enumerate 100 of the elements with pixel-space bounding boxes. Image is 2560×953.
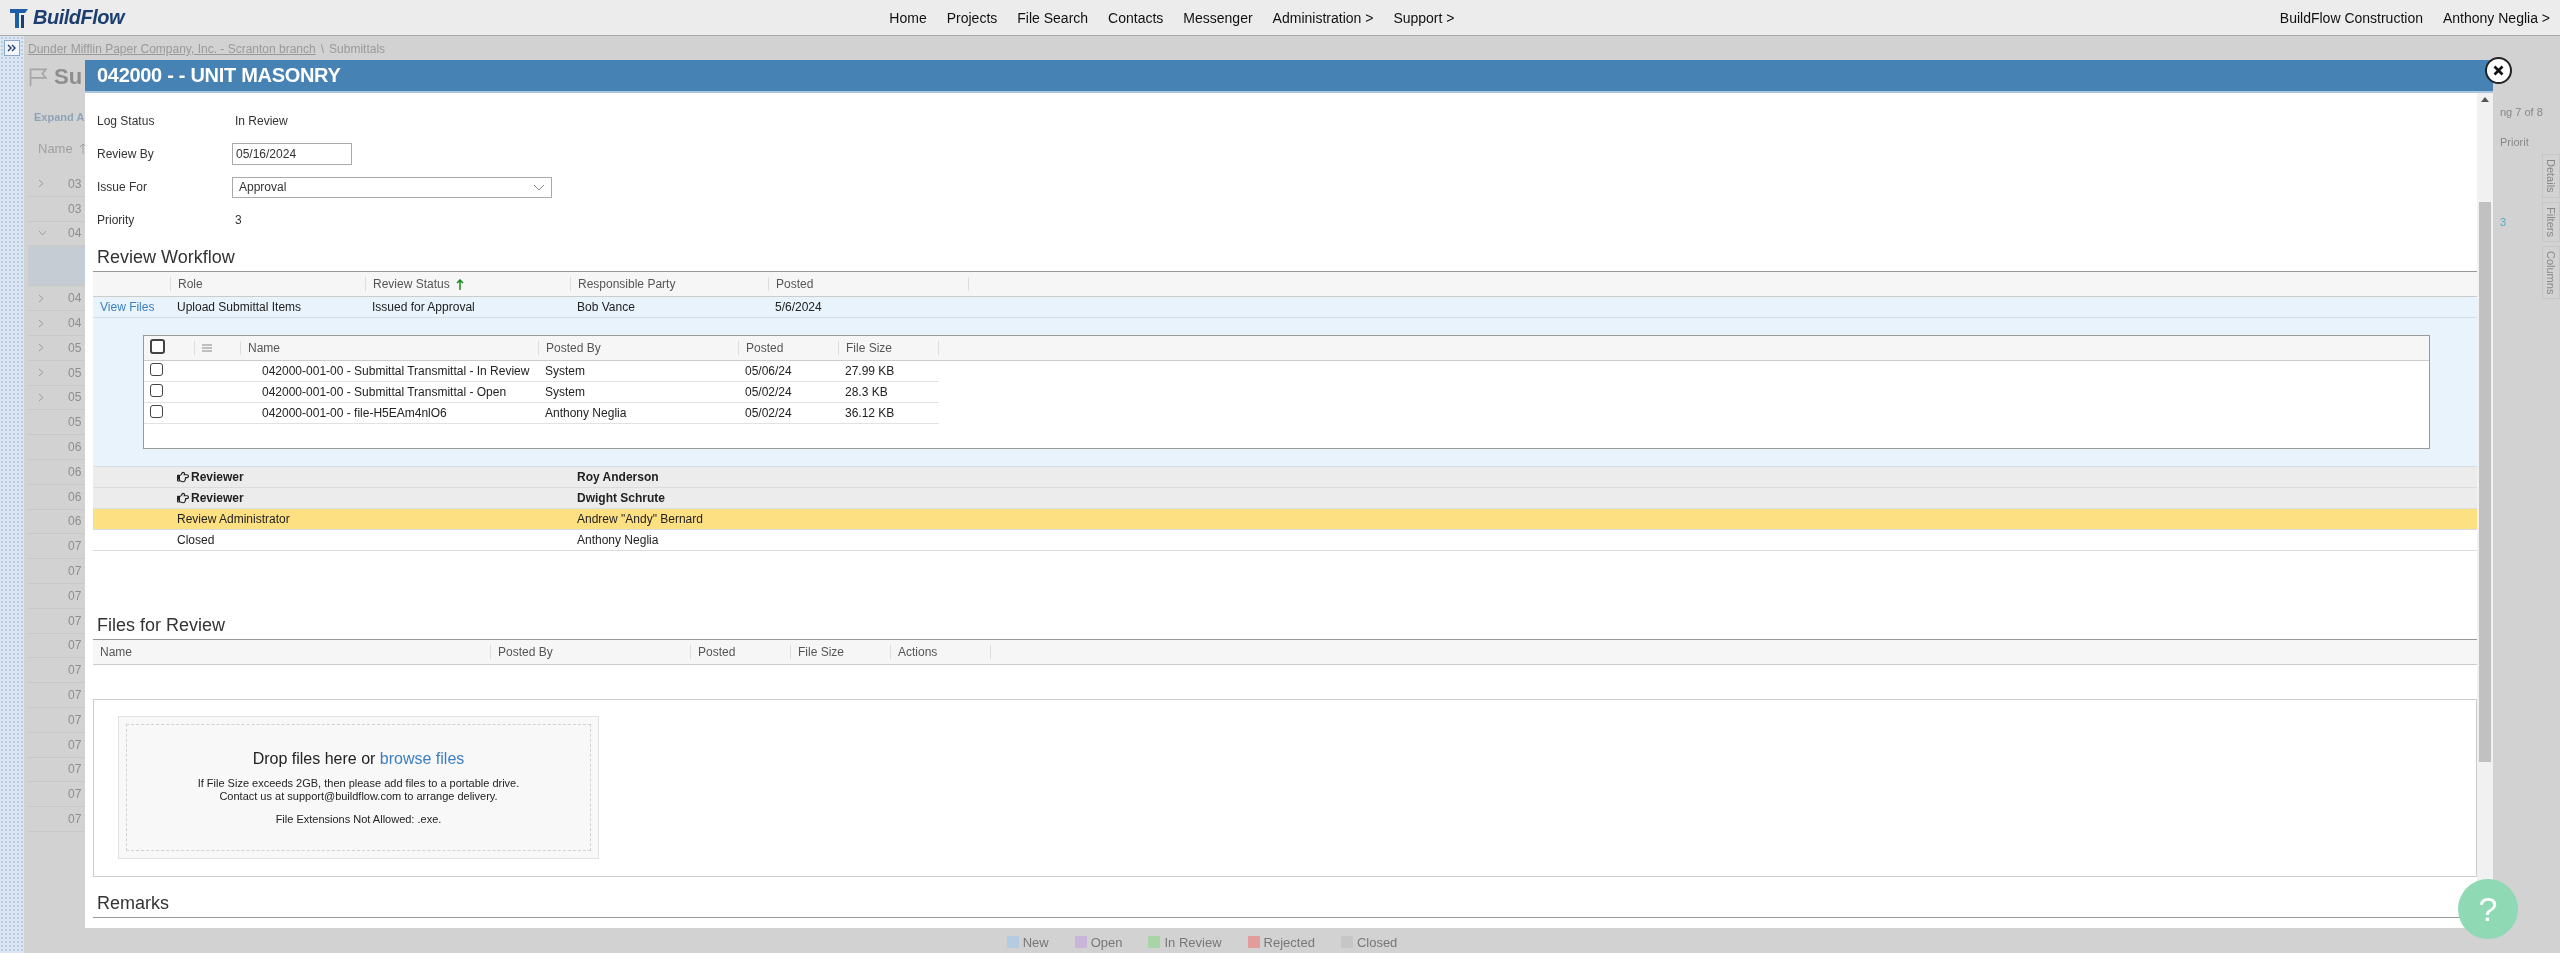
chevron-right-icon[interactable]: [38, 179, 44, 189]
table-cell-text: 05/06/24: [744, 364, 793, 378]
nav-link[interactable]: Projects: [946, 9, 998, 26]
menu-icon[interactable]: [202, 344, 212, 352]
browse-files-link[interactable]: browse files: [379, 750, 465, 767]
column-header[interactable]: Name: [93, 645, 490, 659]
legend-label: Rejected: [1263, 934, 1315, 950]
flag-icon: [28, 67, 50, 87]
row-code: 06: [68, 489, 82, 504]
row-code: 07: [68, 762, 82, 777]
chevron-down-icon[interactable]: [38, 230, 47, 237]
view-files-link[interactable]: View Files: [93, 300, 170, 314]
workflow-row[interactable]: Reviewer Dwight Schrute: [93, 488, 2477, 509]
scroll-up-icon[interactable]: [2481, 97, 2489, 102]
logo-text: BuildFlow: [33, 6, 125, 29]
help-button[interactable]: ?: [2458, 879, 2518, 939]
field-label: Priority: [97, 213, 136, 227]
table-cell-text: 28.3 KB: [844, 385, 889, 399]
breadcrumb-current: Submittals: [329, 42, 386, 56]
table-cell-text: 05/02/24: [744, 385, 793, 399]
user-menu[interactable]: Anthony Neglia >: [2442, 9, 2550, 26]
chevron-right-icon[interactable]: [38, 318, 44, 328]
field-label: Review By: [97, 147, 155, 161]
table-cell-text: Closed: [176, 533, 216, 547]
nav-link[interactable]: File Search: [1017, 9, 1089, 26]
date-field[interactable]: 05/16/2024: [232, 143, 352, 165]
column-header[interactable]: Role: [170, 277, 365, 291]
sort-up-icon: [78, 142, 87, 154]
drop-zone[interactable]: Drop files here or browse files If File Size exceeds 2GB, then please add files to a portable drive. Contact us at support@buildflow.com to arrange delivery. File Extensions Not Allowed: .exe.: [118, 716, 599, 859]
breadcrumb-link[interactable]: Dunder Mifflin Paper Company, Inc. - Scranton branch: [28, 42, 316, 56]
field-label: Issue For: [97, 180, 148, 194]
table-cell-text: Roy Anderson: [576, 470, 660, 484]
nav-link[interactable]: Home: [889, 9, 927, 26]
column-header[interactable]: Priorit: [2500, 136, 2529, 148]
expand-sidebar-button[interactable]: [4, 40, 20, 56]
page-title: Su: [54, 64, 83, 90]
row-code: 06: [68, 514, 82, 529]
workflow-row[interactable]: View Files Upload Submittal Items Issued for Approval Bob Vance 5/6/2024: [93, 297, 2477, 318]
select-field[interactable]: Approval: [232, 176, 552, 198]
table-cell-text: Issued for Approval: [371, 300, 476, 314]
column-header[interactable]: Name: [240, 341, 538, 355]
row-code: 07: [68, 787, 82, 802]
priority-cell: 3: [2500, 216, 2507, 228]
scroll-thumb[interactable]: [2479, 202, 2491, 762]
chevron-right-icon[interactable]: [38, 343, 44, 353]
column-header[interactable]: File Size: [790, 645, 890, 659]
column-header[interactable]: Posted: [690, 645, 790, 659]
row-checkbox[interactable]: [150, 363, 163, 376]
row-checkbox[interactable]: [150, 384, 163, 397]
table-cell-text: 5/6/2024: [774, 300, 823, 314]
table-cell: Reviewer: [170, 491, 365, 505]
workflow-row[interactable]: Reviewer Roy Anderson: [93, 467, 2477, 488]
column-header[interactable]: Review Status: [365, 277, 570, 291]
row-code: 06: [68, 440, 82, 455]
double-chevron-icon: [7, 44, 17, 52]
column-header[interactable]: File Size: [838, 341, 938, 355]
row-code: 04: [68, 291, 82, 306]
row-code: 05: [68, 390, 82, 405]
table-cell-text: 042000-001-00 - file-H5EAm4nlO6: [261, 406, 448, 420]
table-cell-text: Upload Submittal Items: [176, 300, 303, 314]
row-code: 07: [68, 688, 82, 703]
row-checkbox[interactable]: [150, 405, 163, 418]
field-label: Log Status: [97, 114, 156, 128]
close-icon: [2493, 65, 2504, 76]
expand-all-button[interactable]: Expand A: [34, 111, 85, 123]
legend-label: Open: [1090, 934, 1123, 950]
row-code: 07: [68, 663, 82, 678]
table-cell-text: 05/02/24: [744, 406, 793, 420]
column-header[interactable]: Posted By: [490, 645, 690, 659]
column-header[interactable]: Posted By: [538, 341, 738, 355]
row-code: 07: [68, 712, 82, 727]
nav-link[interactable]: Administration >: [1272, 9, 1374, 26]
chevron-right-icon[interactable]: [38, 293, 44, 303]
nav-link[interactable]: Support >: [1393, 9, 1455, 26]
column-header[interactable]: Posted: [738, 341, 838, 355]
paging-text: ng 7 of 8: [2500, 106, 2543, 118]
table-cell-text: 042000-001-00 - Submittal Transmittal - Open: [261, 385, 508, 399]
side-tab[interactable]: Filters: [2542, 201, 2560, 242]
row-code: 04: [68, 316, 82, 331]
close-button[interactable]: [2485, 57, 2512, 84]
select-all-checkbox[interactable]: [150, 338, 165, 354]
row-code: 04: [68, 226, 82, 241]
table-cell-text: Andrew "Andy" Bernard: [576, 512, 704, 526]
nav-link[interactable]: Messenger: [1183, 9, 1253, 26]
nav-link[interactable]: Contacts: [1108, 9, 1164, 26]
column-header[interactable]: Actions: [890, 645, 990, 659]
table-cell-text: 36.12 KB: [844, 406, 896, 420]
row-code: 07: [68, 613, 82, 628]
chevron-down-icon: [533, 183, 545, 191]
row-code: 03: [68, 201, 82, 216]
column-header[interactable]: Posted: [768, 277, 968, 291]
company-link[interactable]: BuildFlow Construction: [2279, 9, 2423, 26]
side-tab[interactable]: Details: [2542, 154, 2560, 198]
chevron-right-icon[interactable]: [38, 368, 44, 378]
side-tab[interactable]: Columns: [2542, 245, 2560, 299]
chevron-right-icon[interactable]: [38, 392, 44, 402]
column-header[interactable]: Responsible Party: [570, 277, 768, 291]
row-code: 05: [68, 365, 82, 380]
table-cell-text: Anthony Neglia: [576, 533, 660, 547]
workflow-row[interactable]: Review Administrator Andrew "Andy" Bernard: [93, 509, 2477, 530]
